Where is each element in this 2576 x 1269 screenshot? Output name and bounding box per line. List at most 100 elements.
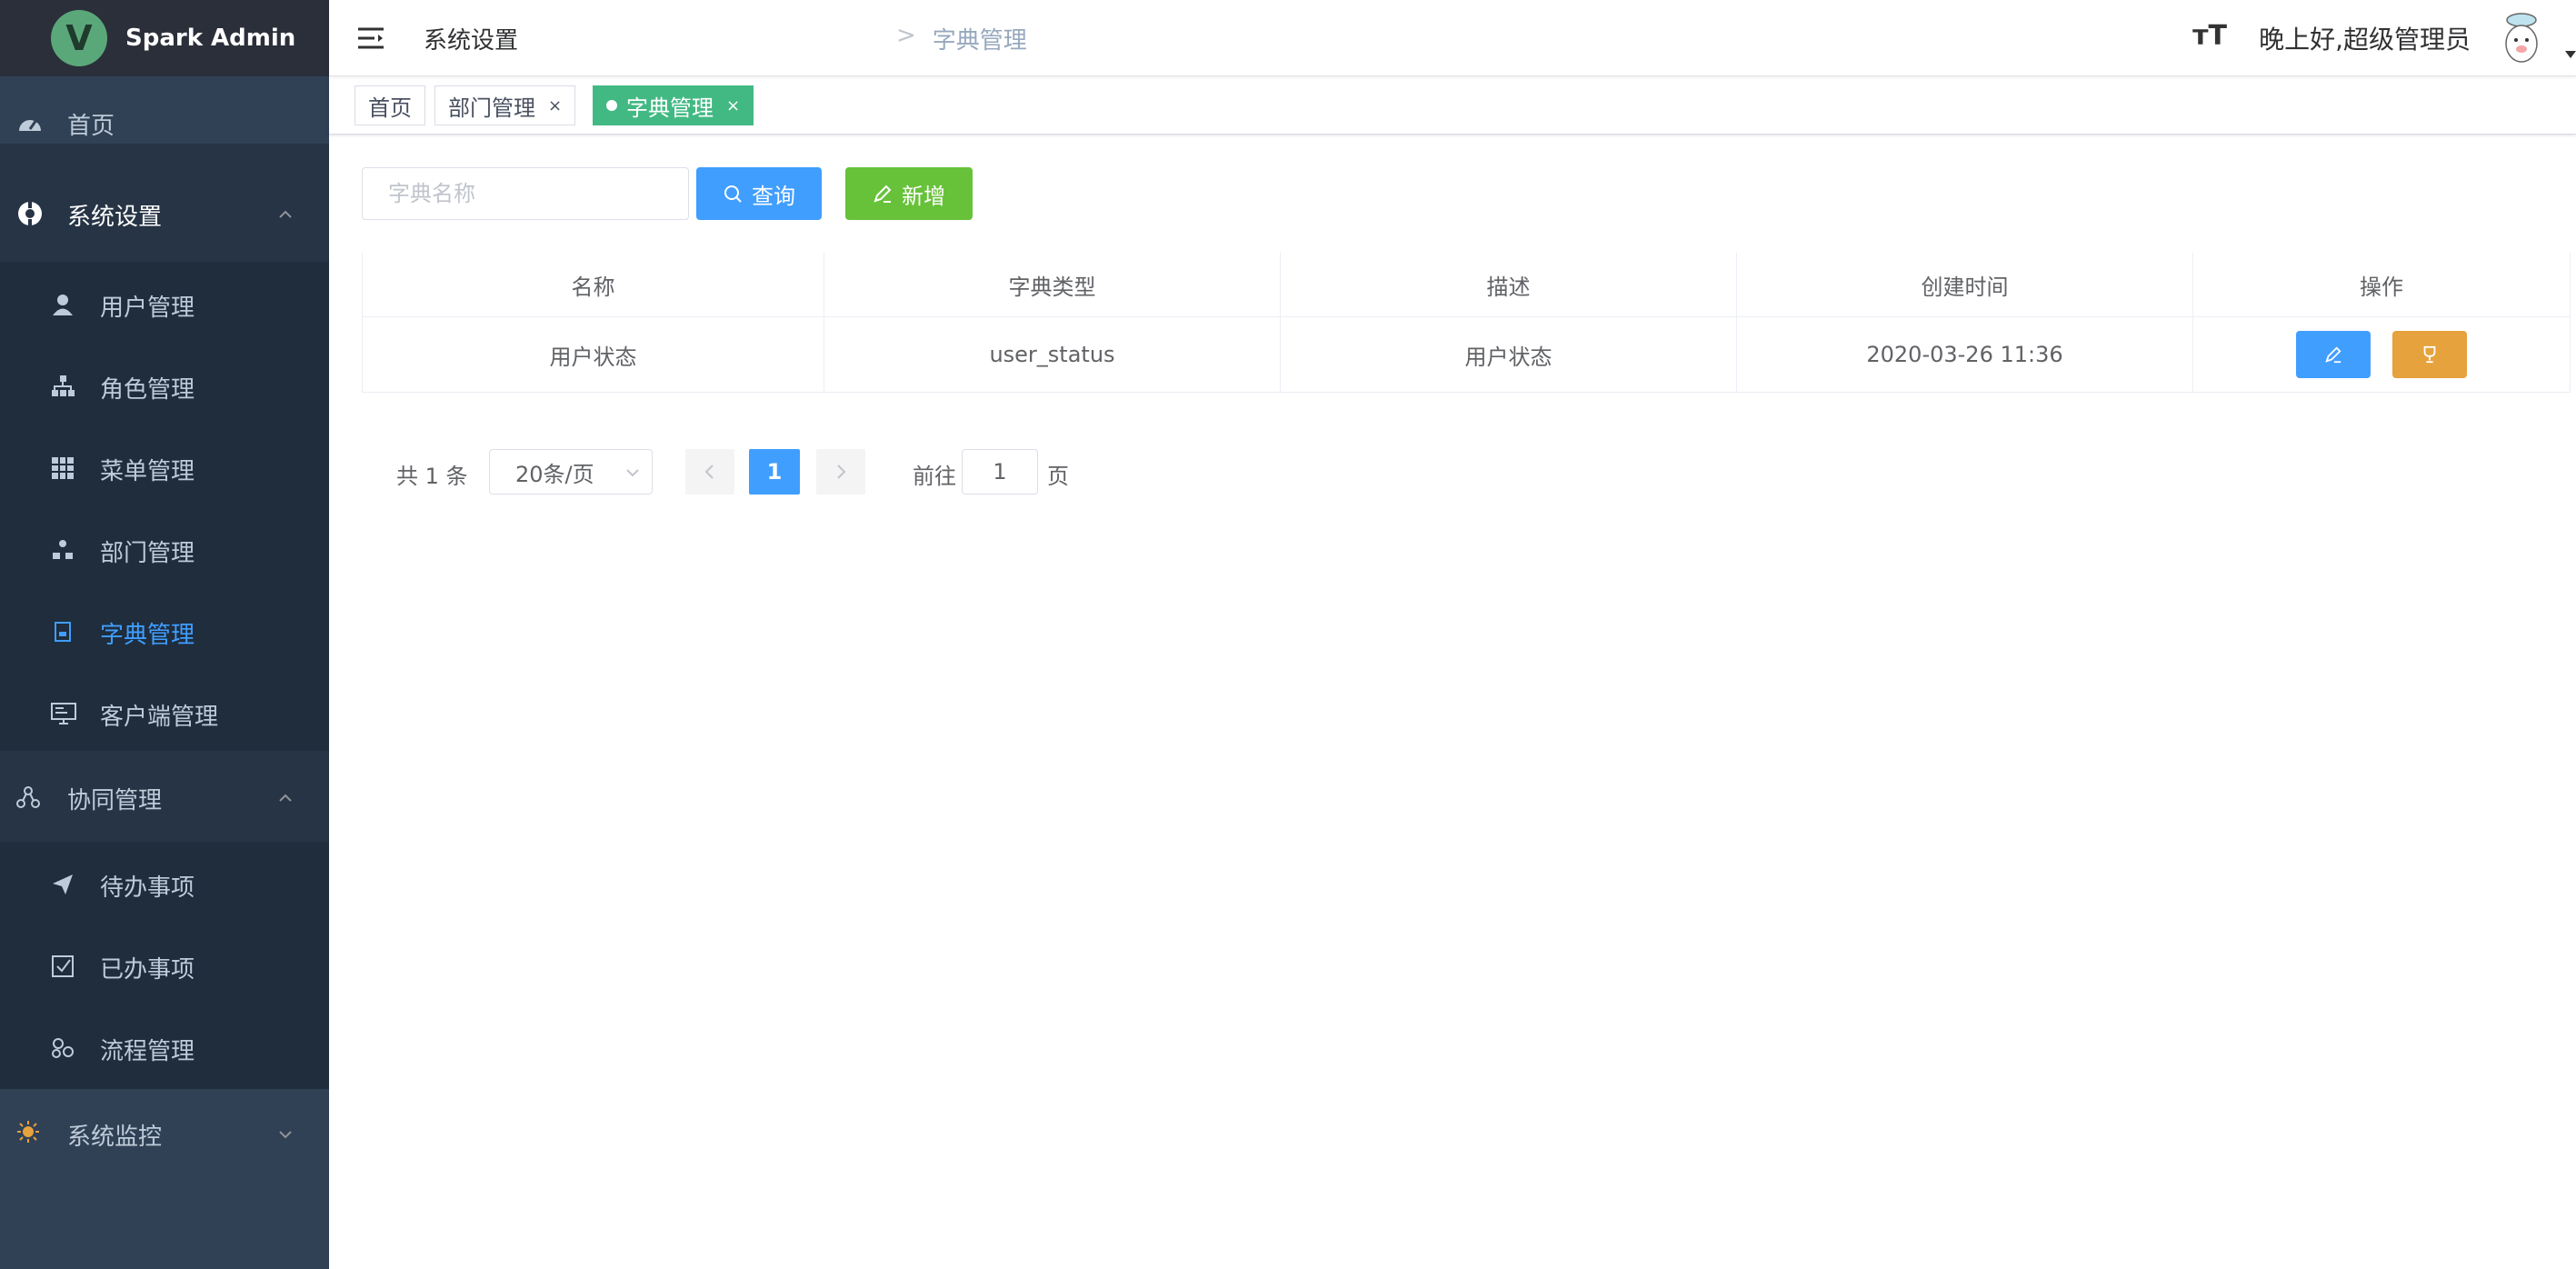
caret-down-icon[interactable] (2565, 51, 2576, 60)
prev-page-button[interactable] (685, 449, 734, 495)
close-icon[interactable]: × (726, 96, 740, 115)
column-header: 名称 (363, 253, 824, 316)
sidebar-item-label: 角色管理 (100, 376, 195, 404)
edit-icon (2325, 346, 2341, 364)
sidebar-item-todo[interactable]: 待办事项 (0, 853, 329, 918)
sidebar-item-monitoring[interactable]: 系统监控 (0, 1102, 329, 1167)
tag-home[interactable]: 首页 (354, 85, 425, 125)
app-title: Spark Admin (125, 25, 296, 52)
sidebar-item-label: 已办事项 (100, 956, 195, 984)
sidebar-item-done[interactable]: 已办事项 (0, 934, 329, 1000)
sidebar-item-dictionary[interactable]: 字典管理 (0, 600, 329, 665)
page-suffix-label: 页 (1047, 464, 1069, 489)
sidebar-item-label: 系统监控 (67, 1124, 163, 1151)
avatar[interactable] (2498, 11, 2545, 65)
sidebar-item-menus[interactable]: 菜单管理 (0, 436, 329, 502)
sidebar-item-home[interactable]: 首页 (0, 91, 329, 156)
network-icon (16, 785, 40, 809)
close-icon[interactable]: × (548, 96, 562, 115)
chevron-down-icon (279, 1131, 292, 1139)
add-button[interactable]: 新增 (845, 167, 973, 220)
sidebar-item-label: 流程管理 (100, 1038, 195, 1065)
user-icon (51, 293, 75, 316)
dashboard-icon (16, 111, 44, 135)
query-button-label: 查询 (752, 183, 795, 209)
sidebar-item-departments[interactable]: 部门管理 (0, 518, 329, 584)
org-icon (51, 538, 75, 562)
chevron-up-icon (279, 794, 292, 802)
grid-icon (51, 456, 75, 480)
flow-icon (51, 1036, 75, 1060)
next-page-button[interactable] (816, 449, 865, 495)
sidebar-item-system-settings[interactable]: 系统设置 (0, 182, 329, 247)
hamburger-toggle-icon[interactable] (356, 24, 385, 53)
tag-label: 部门管理 (448, 95, 535, 121)
paper-plane-icon (51, 873, 75, 896)
sidebar-item-workflow[interactable]: 流程管理 (0, 1016, 329, 1082)
delete-row-button[interactable] (2392, 331, 2467, 378)
sidebar-item-clients[interactable]: 客户端管理 (0, 682, 329, 747)
page-size-value: 20条/页 (515, 461, 594, 487)
search-icon (724, 185, 742, 203)
goto-page-input[interactable]: 1 (962, 449, 1038, 495)
sidebar-item-users[interactable]: 用户管理 (0, 273, 329, 338)
tags-view: 首页 部门管理 × 字典管理 × (329, 76, 2576, 135)
sidebar: V Spark Admin 首页 系统设置 用户管理 角色管理 菜单管理 部门管… (0, 0, 329, 1269)
sidebar-item-label: 协同管理 (67, 787, 163, 814)
checkbox-icon (51, 954, 75, 978)
active-dot-icon (606, 100, 617, 111)
sidebar-item-collaboration[interactable]: 协同管理 (0, 765, 329, 831)
tag-label: 字典管理 (626, 95, 714, 121)
page-number-current[interactable]: 1 (749, 449, 800, 495)
dictionary-icon (51, 620, 75, 644)
query-button[interactable]: 查询 (696, 167, 822, 220)
chevron-down-icon (626, 469, 639, 477)
trophy-icon (2423, 345, 2436, 364)
edit-row-button[interactable] (2296, 331, 2371, 378)
table-cell: user_status (824, 317, 1281, 392)
app-root: V Spark Admin 首页 系统设置 用户管理 角色管理 菜单管理 部门管… (0, 0, 2576, 1269)
sidebar-item-label: 部门管理 (100, 540, 195, 567)
dictionary-table: 名称 字典类型 描述 创建时间 操作 用户状态 user_status 用户状态… (362, 253, 2571, 393)
goto-label: 前往 (913, 464, 956, 489)
column-header: 字典类型 (824, 253, 1281, 316)
add-button-label: 新增 (902, 183, 945, 209)
sidebar-item-label: 用户管理 (100, 295, 195, 322)
logo-icon: V (51, 10, 107, 66)
column-header: 创建时间 (1737, 253, 2193, 316)
chevron-left-icon (704, 465, 714, 479)
tag-dictionary[interactable]: 字典管理 × (593, 85, 754, 125)
logo[interactable]: V Spark Admin (0, 0, 329, 76)
sidebar-item-label: 系统设置 (67, 204, 163, 231)
role-tree-icon (51, 375, 75, 398)
sidebar-item-roles[interactable]: 角色管理 (0, 355, 329, 420)
table-cell: 2020-03-26 11:36 (1737, 317, 2193, 392)
sidebar-item-label: 字典管理 (100, 622, 195, 649)
table-cell: 用户状态 (363, 317, 824, 392)
chevron-up-icon (279, 210, 292, 218)
tag-label: 首页 (368, 95, 412, 121)
edit-icon (874, 185, 892, 203)
table-header-row: 名称 字典类型 描述 创建时间 操作 (363, 253, 2570, 317)
table-cell-actions (2193, 317, 2570, 392)
sidebar-item-label: 客户端管理 (100, 704, 219, 731)
table-row: 用户状态 user_status 用户状态 2020-03-26 11:36 (363, 317, 2570, 393)
monitor-sun-icon (16, 1120, 40, 1144)
settings-icon (16, 200, 44, 227)
breadcrumb-item[interactable]: 系统设置 (424, 22, 880, 55)
font-size-icon[interactable]: тT (2192, 20, 2227, 52)
monitor-icon (51, 702, 76, 725)
top-navbar: 系统设置 > 字典管理 тT 晚上好,超级管理员 (329, 0, 2576, 76)
column-header: 操作 (2360, 274, 2403, 300)
column-header: 描述 (1281, 253, 1737, 316)
breadcrumb-separator: > (896, 22, 916, 49)
breadcrumb: 系统设置 > 字典管理 (424, 22, 1389, 55)
tag-departments[interactable]: 部门管理 × (434, 85, 576, 125)
dictionary-name-search-input[interactable] (362, 167, 689, 220)
pagination-total: 共 1 条 (396, 464, 468, 489)
table-cell: 用户状态 (1281, 317, 1737, 392)
sidebar-item-label: 待办事项 (100, 874, 195, 902)
sidebar-item-label: 首页 (67, 113, 115, 140)
breadcrumb-item-current: 字典管理 (932, 27, 1027, 55)
page-size-select[interactable]: 20条/页 (489, 449, 653, 495)
